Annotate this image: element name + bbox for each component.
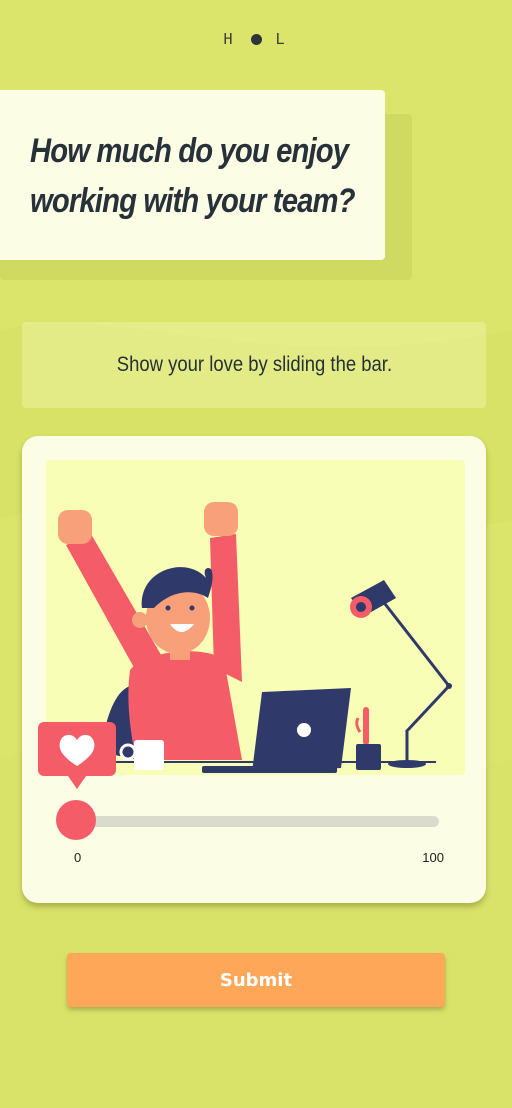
hint-text: Show your love by sliding the bar. [116, 353, 392, 376]
submit-button[interactable]: Submit [67, 953, 445, 1007]
question-title: How much do you enjoy working with your … [30, 132, 355, 220]
logo-dot-icon [250, 34, 262, 45]
slider-min-label: 0 [74, 850, 82, 865]
slider-card: 0 100 [22, 436, 486, 903]
slider-max-label: 100 [422, 850, 444, 865]
slider-track[interactable] [62, 816, 439, 827]
slider-thumb[interactable] [56, 800, 96, 840]
heart-badge [38, 722, 116, 789]
brand-logo: H L [0, 30, 512, 48]
question-card: How much do you enjoy working with your … [0, 90, 385, 260]
logo-letter-left: H [223, 30, 237, 48]
logo-letter-right: L [275, 30, 289, 48]
hint-box: Show your love by sliding the bar. [22, 322, 486, 408]
